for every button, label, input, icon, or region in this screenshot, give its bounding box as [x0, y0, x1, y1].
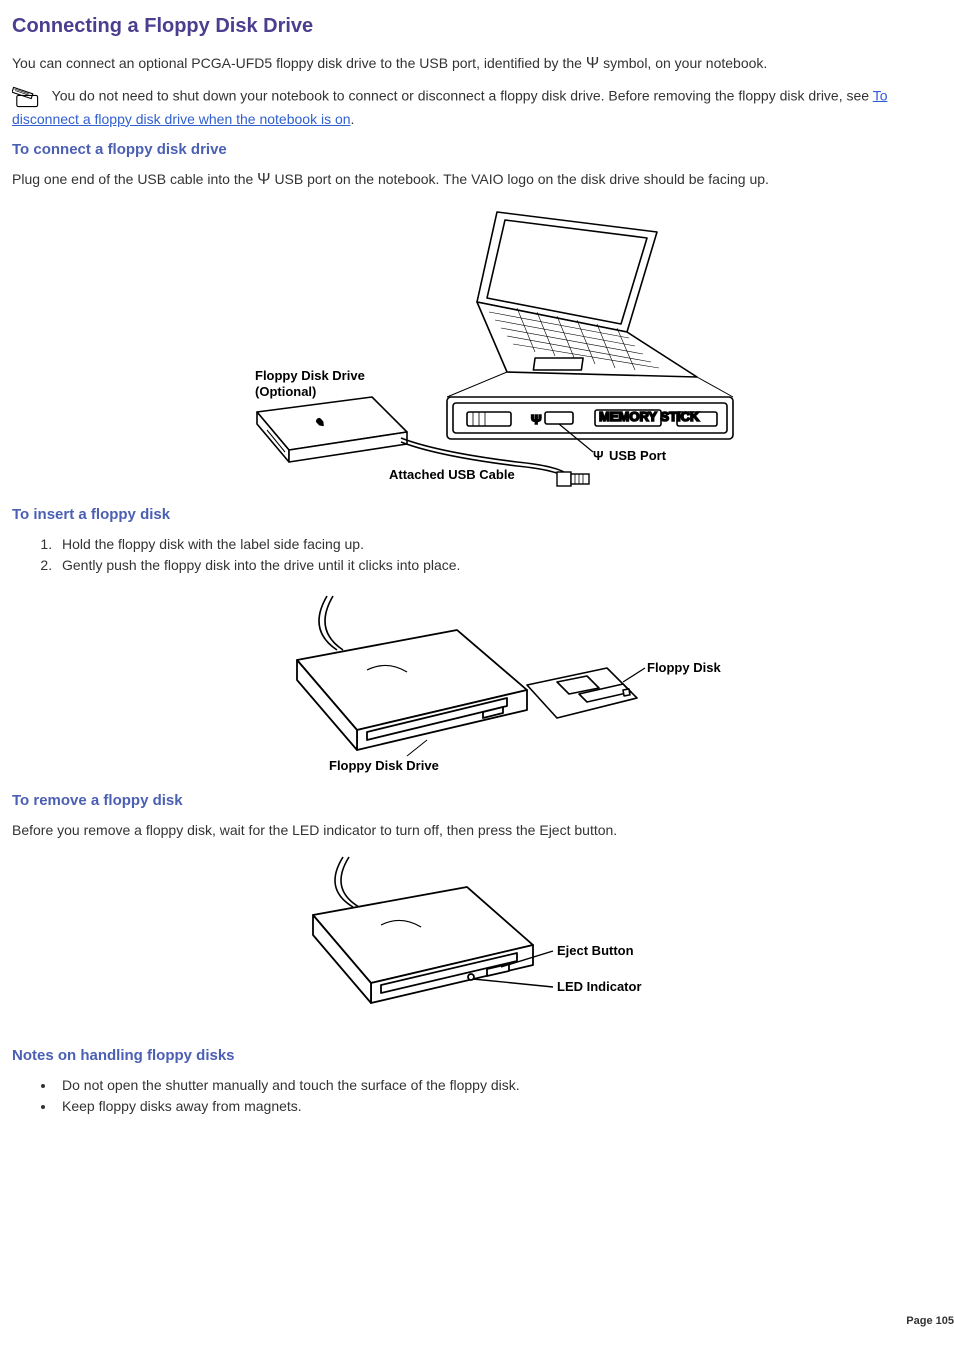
connect-text-post: USB port on the notebook. The VAIO logo …: [274, 171, 768, 187]
fig2-drive-label: Floppy Disk Drive: [329, 758, 439, 773]
pencil-note-icon: [12, 84, 44, 110]
fig1-drive-label-l2: (Optional): [255, 384, 316, 399]
heading-insert: To insert a floppy disk: [12, 504, 942, 525]
connect-paragraph: Plug one end of the USB cable into the Ψ…: [12, 170, 942, 190]
fig3-led-label: LED Indicator: [557, 979, 642, 994]
notes-item-2: Keep floppy disks away from magnets.: [56, 1097, 942, 1117]
figure-connect-drive: Ψ MEMORY STICK Ψ USB Port ✎ Floppy Disk …: [197, 202, 757, 492]
insert-steps-list: Hold the floppy disk with the label side…: [12, 535, 942, 576]
remove-paragraph: Before you remove a floppy disk, wait fo…: [12, 821, 942, 841]
heading-connect: To connect a floppy disk drive: [12, 139, 942, 160]
notes-list: Do not open the shutter manually and tou…: [12, 1076, 942, 1117]
fig1-usb-port-label: USB Port: [609, 448, 667, 463]
note-paragraph: You do not need to shut down your notebo…: [12, 84, 942, 130]
fig2-disk-label: Floppy Disk: [647, 660, 721, 675]
fig1-cable-label: Attached USB Cable: [389, 467, 515, 482]
intro-text-pre: You can connect an optional PCGA-UFD5 fl…: [12, 55, 586, 71]
insert-step-2: Gently push the floppy disk into the dri…: [56, 556, 942, 576]
note-text-post: .: [351, 111, 355, 127]
figure-insert-disk: Floppy Disk Drive Floppy Disk: [227, 590, 727, 778]
insert-step-1: Hold the floppy disk with the label side…: [56, 535, 942, 555]
intro-text-post: symbol, on your notebook.: [603, 55, 767, 71]
intro-paragraph: You can connect an optional PCGA-UFD5 fl…: [12, 54, 942, 74]
fig3-eject-label: Eject Button: [557, 943, 634, 958]
notes-item-1: Do not open the shutter manually and tou…: [56, 1076, 942, 1096]
page-number: Page 105: [906, 1314, 954, 1329]
svg-text:✎: ✎: [314, 417, 324, 430]
figure-remove-disk: Eject Button LED Indicator: [257, 853, 697, 1033]
note-text-pre: You do not need to shut down your notebo…: [52, 87, 873, 103]
connect-text-pre: Plug one end of the USB cable into the: [12, 171, 257, 187]
heading-notes: Notes on handling floppy disks: [12, 1045, 942, 1066]
svg-text:Ψ: Ψ: [593, 448, 604, 463]
usb-symbol-icon: Ψ: [586, 56, 599, 72]
usb-symbol-icon: Ψ: [257, 172, 270, 188]
heading-remove: To remove a floppy disk: [12, 790, 942, 811]
page-title: Connecting a Floppy Disk Drive: [12, 12, 942, 40]
fig1-drive-label-l1: Floppy Disk Drive: [255, 368, 365, 383]
svg-text:Ψ: Ψ: [531, 412, 542, 427]
